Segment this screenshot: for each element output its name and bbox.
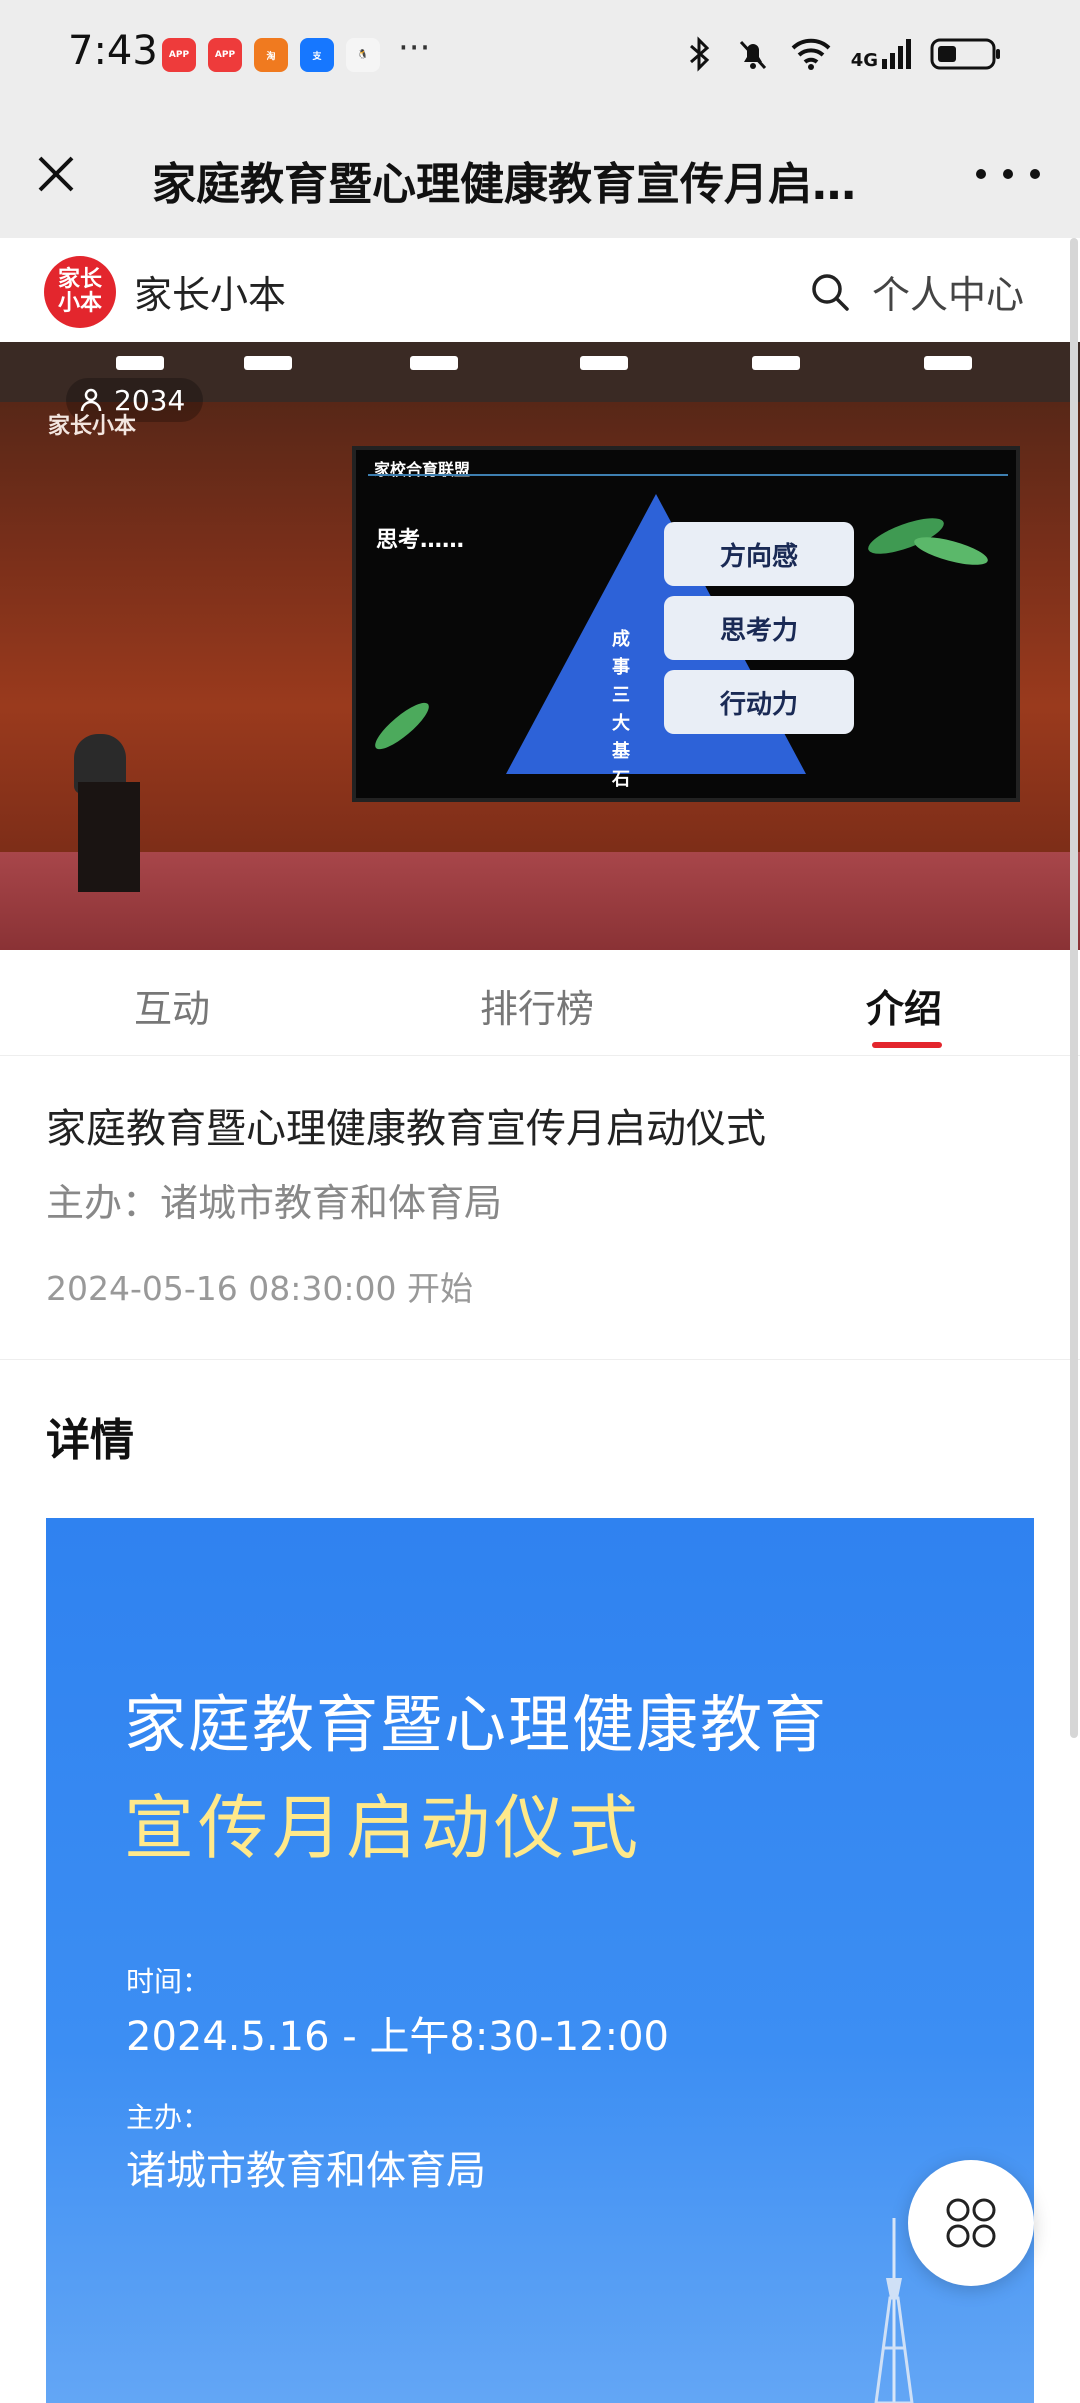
floating-menu-button[interactable] <box>908 2160 1034 2286</box>
event-start-time: 2024-05-16 08:30:00 开始 <box>46 1269 473 1308</box>
active-tab-indicator <box>872 1042 942 1048</box>
screen-think-text: 思考…… <box>376 528 465 553</box>
podium <box>78 782 140 892</box>
poster-title-line2: 宣传月启动仪式 <box>124 1787 642 1869</box>
more-dot <box>976 169 986 179</box>
alipay-icon: 支 <box>300 38 334 72</box>
tab-interaction[interactable]: 互动 <box>134 978 210 1033</box>
cellular-signal-icon: 4G <box>851 37 912 71</box>
event-poster: 家庭教育暨心理健康教育 宣传月启动仪式 时间： 2024.5.16 - 上午8:… <box>46 1518 1034 2403</box>
status-app-icons: APP APP 淘 支 🐧 <box>162 38 380 72</box>
poster-host-label: 主办： <box>126 2101 211 2134</box>
qq-icon: 🐧 <box>346 38 380 72</box>
site-header: 家长小本 家长小本 个人中心 <box>0 238 1080 342</box>
ceiling-light <box>410 356 458 370</box>
ceiling-light <box>924 356 972 370</box>
personal-center-link[interactable]: 个人中心 <box>872 264 1024 319</box>
pyramid-label: 成事三大基石 <box>612 629 630 790</box>
screen-divider <box>368 474 1008 476</box>
close-icon[interactable] <box>28 146 84 202</box>
leaf-decoration-icon <box>375 702 429 750</box>
pill-thinking: 思考力 <box>664 596 854 660</box>
poster-host-value: 诸城市教育和体育局 <box>126 2148 486 2194</box>
poster-title-line1: 家庭教育暨心理健康教育 <box>124 1688 829 1761</box>
event-title: 家庭教育暨心理健康教育宣传月启动仪式 <box>46 1106 766 1152</box>
signal-bars-icon <box>882 39 911 69</box>
huawei-store-icon: APP <box>208 38 242 72</box>
ceiling-light <box>116 356 164 370</box>
more-dot <box>1003 169 1013 179</box>
brand-name[interactable]: 家长小本 <box>134 264 286 319</box>
page-title: 家庭教育暨心理健康教育宣传月启… <box>152 159 856 210</box>
status-indicators: 4G <box>683 36 1002 72</box>
taobao-icon: 淘 <box>254 38 288 72</box>
more-options-button[interactable] <box>976 154 1040 194</box>
video-watermark: 家长小本 <box>48 414 137 439</box>
details-heading: 详情 <box>46 1415 134 1466</box>
tab-ranking[interactable]: 排行榜 <box>480 978 594 1033</box>
bluetooth-icon <box>689 36 709 72</box>
battery-icon <box>930 38 1000 70</box>
poster-time-value: 2024.5.16 - 上午8:30-12:00 <box>126 2014 669 2060</box>
poster-time-label: 时间： <box>126 1965 211 1998</box>
more-dot <box>1030 169 1040 179</box>
event-intro: 家庭教育暨心理健康教育宣传月启动仪式 主办：诸城市教育和体育局 2024-05-… <box>0 1056 1080 1360</box>
wifi-icon <box>791 38 831 70</box>
ceiling-light <box>580 356 628 370</box>
network-type: 4G <box>850 50 878 71</box>
mute-bell-icon <box>739 40 766 70</box>
huawei-store-icon: APP <box>162 38 196 72</box>
nav-bar: 家庭教育暨心理健康教育宣传月启… <box>0 110 1080 238</box>
tab-bar: 互动 排行榜 介绍 <box>0 950 1080 1056</box>
pill-direction: 方向感 <box>664 522 854 586</box>
live-video-player[interactable]: 2034 家长小本 家校合育联盟 思考…… 成事三大基石 方向感 思考力 行动力 <box>0 342 1080 950</box>
event-organizer: 主办：诸城市教育和体育局 <box>46 1181 503 1225</box>
brand-logo[interactable]: 家长小本 <box>44 256 116 328</box>
pill-action: 行动力 <box>664 670 854 734</box>
leaf-decoration-icon <box>868 518 988 565</box>
ceiling-light <box>752 356 800 370</box>
scrollbar[interactable] <box>1070 238 1078 1738</box>
logo-text: 家长小本 <box>57 267 102 316</box>
tab-introduction[interactable]: 介绍 <box>866 978 942 1033</box>
grid-menu-icon <box>946 2198 996 2248</box>
status-bar: 7:43 APP APP 淘 支 🐧 ··· 4G <box>0 0 1080 110</box>
status-more-icon: ··· <box>398 28 431 68</box>
stage-screen: 家校合育联盟 思考…… 成事三大基石 方向感 思考力 行动力 <box>352 446 1020 802</box>
search-icon[interactable] <box>808 270 852 314</box>
status-time: 7:43 <box>68 28 158 74</box>
ceiling-light <box>244 356 292 370</box>
stage-floor <box>0 852 1080 950</box>
screen-header: 家校合育联盟 <box>374 460 471 479</box>
